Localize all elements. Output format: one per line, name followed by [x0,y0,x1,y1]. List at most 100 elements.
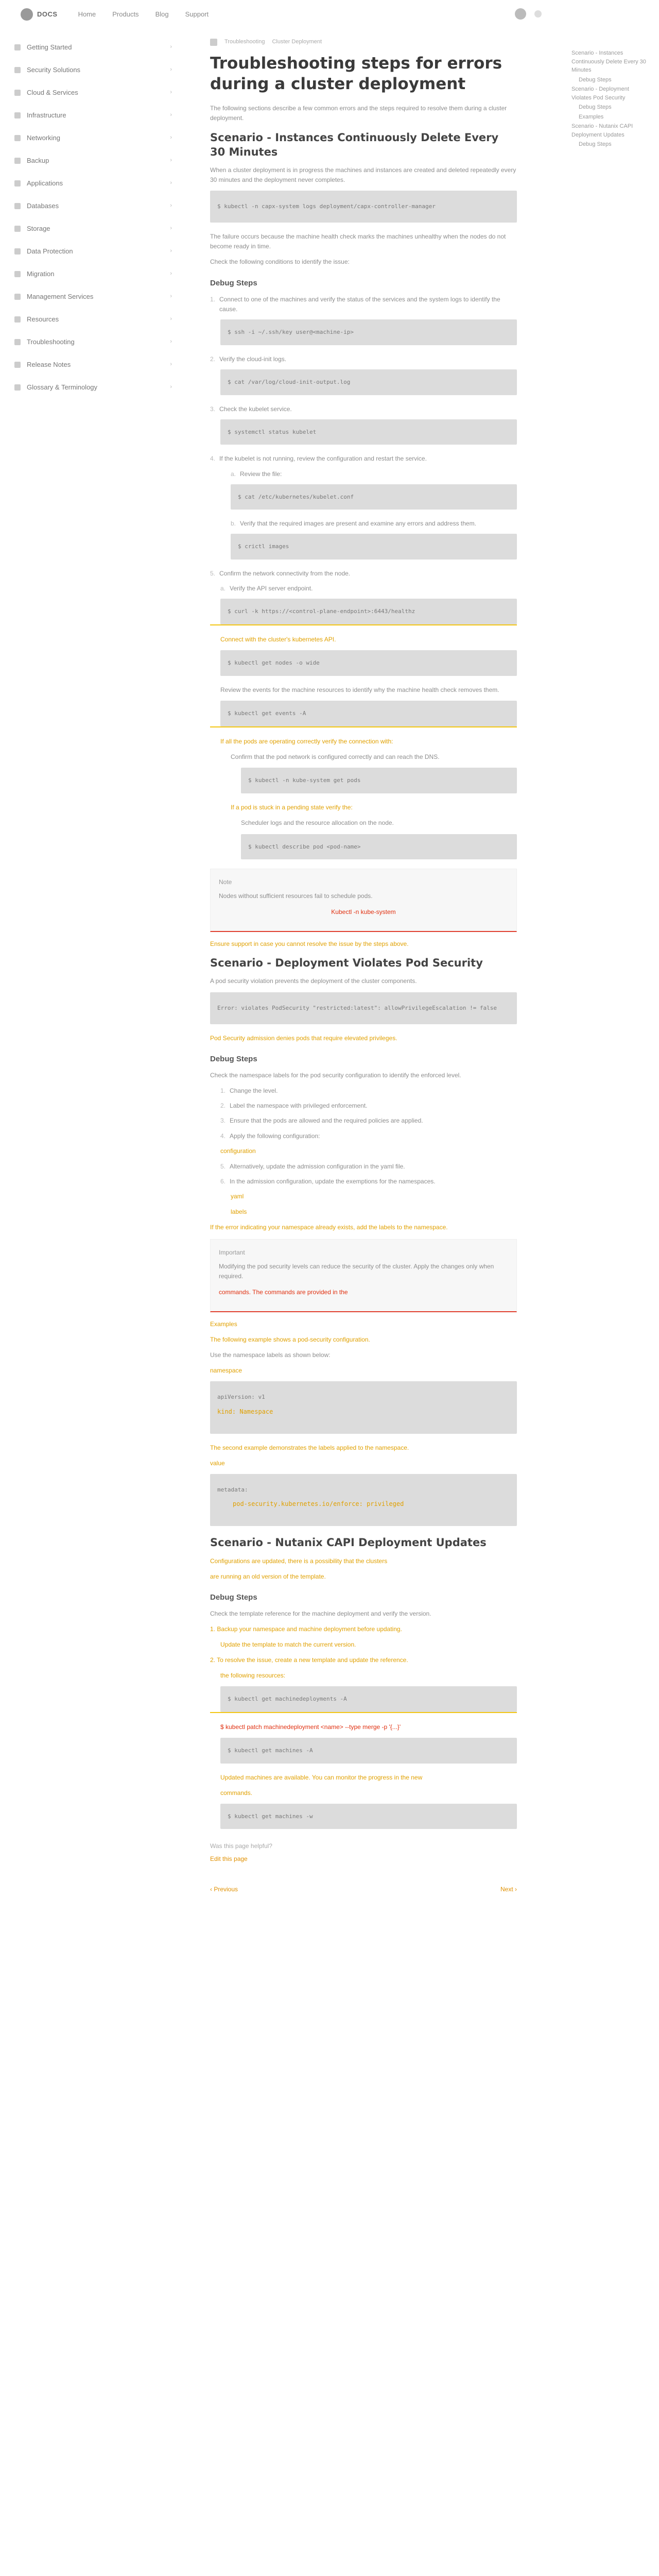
sidebar-item-glossary[interactable]: Glossary & Terminology › [10,376,180,399]
code-block[interactable]: $ cat /etc/kubernetes/kubelet.conf [231,484,517,510]
section-heading: Scenario - Deployment Violates Pod Secur… [210,956,483,969]
sidebar-item-backup[interactable]: Backup › [10,149,180,172]
breadcrumb-item[interactable]: Troubleshooting [224,38,265,47]
code-block[interactable]: $ ssh -i ~/.ssh/key user@<machine-ip> [220,319,517,345]
code-block[interactable]: $ kubectl -n kube-system get pods [241,768,517,793]
chevron-right-icon: › [170,384,172,391]
subsection-heading: Debug Steps [210,1054,257,1063]
chevron-right-icon: › [170,180,172,187]
code-block[interactable]: $ systemctl status kubelet [220,419,517,445]
highlighted-text: Connect with the cluster's kubernetes AP… [220,636,336,643]
list-item: a. Verify the API server endpoint. [220,585,313,592]
highlighted-text: Kubectl -n kube-system [331,908,396,916]
code-block[interactable]: $ kubectl get events -A [220,701,517,726]
paragraph: Review the events for the machine resour… [220,686,499,693]
paragraph: Use the namespace labels as shown below: [210,1351,331,1359]
sidebar-item-infrastructure[interactable]: Infrastructure › [10,104,180,127]
code-block[interactable]: $ curl -k https://<control-plane-endpoin… [220,599,517,625]
highlighted-text: Examples [210,1320,237,1328]
chevron-right-icon: › [170,134,172,141]
sidebar-item-management[interactable]: Management Services › [10,285,180,308]
logo[interactable]: DOCS [21,8,58,21]
sidebar-item-storage[interactable]: Storage › [10,217,180,240]
chevron-right-icon: › [170,89,172,96]
nav-icon [14,135,21,141]
chevron-right-icon: › [170,316,172,323]
paragraph: Check the template reference for the mac… [210,1609,431,1617]
feedback-question: Was this page helpful? [210,1842,272,1850]
note-callout: Note Nodes without sufficient resources … [210,869,517,932]
nav-icon [14,226,21,232]
code-block[interactable]: $ kubectl get machines -w [220,1803,517,1829]
chevron-right-icon: › [170,338,172,345]
sidebar-item-cloud[interactable]: Cloud & Services › [10,81,180,104]
sidebar-item-release-notes[interactable]: Release Notes › [10,353,180,376]
chevron-right-icon: › [170,66,172,73]
chevron-right-icon: › [170,157,172,164]
code-block[interactable]: $ kubectl get machines -A [220,1737,517,1764]
nav-link-home[interactable]: Home [78,9,96,20]
nav-link-blog[interactable]: Blog [155,9,169,20]
home-icon[interactable] [210,39,217,46]
breadcrumb-item[interactable]: Cluster Deployment [272,38,322,47]
code-block[interactable]: metadata: pod-security.kubernetes.io/enf… [210,1473,517,1527]
paragraph: The failure occurs because the machine h… [210,233,506,250]
highlighted-text: namespace [210,1367,242,1375]
sidebar: Getting Started › Security Solutions › Clo… [10,36,180,399]
toc-item[interactable]: Debug Steps [579,103,649,112]
toc-item[interactable]: Scenario - Instances Continuously Delete… [571,49,649,75]
code-block[interactable]: apiVersion: v1 kind: Namespace [210,1381,517,1434]
code-block[interactable]: $ cat /var/log/cloud-init-output.log [220,369,517,395]
sidebar-item-networking[interactable]: Networking › [10,127,180,149]
subsection-heading: Debug Steps [210,278,257,287]
chevron-right-icon: › [170,361,172,368]
nav-icon [14,339,21,345]
sidebar-item-data-protection[interactable]: Data Protection › [10,240,180,263]
table-of-contents: Scenario - Instances Continuously Delete… [571,49,649,150]
highlighted-text: If all the pods are operating correctly … [220,737,393,745]
nav-link-products[interactable]: Products [112,9,138,20]
user-avatar-icon[interactable] [515,8,526,20]
sidebar-item-troubleshooting[interactable]: Troubleshooting › [10,331,180,353]
list-item: 5. Confirm the network connectivity from … [210,570,351,578]
nav-link-support[interactable]: Support [185,9,209,20]
nav-icon [14,44,21,50]
toc-item[interactable]: Examples [579,113,649,122]
next-page-link[interactable]: Next › [500,1885,517,1894]
callout-text: Nodes without sufficient resources fail … [219,892,373,900]
code-block[interactable]: $ kubectl -n capx-system logs deployment… [210,191,517,223]
list-item: 4. If the kubelet is not running, review … [210,455,427,463]
list-item: 1. Change the level. [220,1087,278,1095]
sidebar-item-security[interactable]: Security Solutions › [10,59,180,81]
sidebar-item-applications[interactable]: Applications › [10,172,180,195]
list-item: 6. In the admission configuration, update… [220,1178,436,1185]
sidebar-item-migration[interactable]: Migration › [10,263,180,285]
prev-page-link[interactable]: ‹ Previous [210,1885,238,1894]
main-content: Troubleshooting Cluster Deployment Troub… [210,36,517,1895]
code-block[interactable]: $ kubectl describe pod <pod-name> [241,834,517,860]
highlighted-text: the following resources: [220,1672,286,1680]
code-block[interactable]: $ kubectl get nodes -o wide [220,650,517,676]
sidebar-item-databases[interactable]: Databases › [10,195,180,217]
code-block[interactable]: Error: violates PodSecurity "restricted:… [210,992,517,1024]
edit-page-link[interactable]: Edit this page [210,1854,517,1864]
code-block[interactable]: $ kubectl get machinedeployments -A [220,1686,517,1712]
toc-item[interactable]: Scenario - Deployment Violates Pod Secur… [571,85,649,102]
highlighted-text: commands. [220,1789,253,1797]
list-item: 3. Ensure that the pods are allowed and t… [220,1117,423,1125]
sidebar-item-getting-started[interactable]: Getting Started › [10,36,180,59]
highlighted-text: $ kubectl patch machinedeployment <name>… [220,1723,401,1731]
code-block[interactable]: $ crictl images [231,534,517,560]
highlighted-text: If the error indicating your namespace a… [210,1224,448,1231]
toc-item[interactable]: Debug Steps [579,76,649,84]
toc-item[interactable]: Scenario - Nutanix CAPI Deployment Updat… [571,122,649,139]
intro-text: The following sections describe a few co… [210,105,507,122]
logo-text: DOCS [37,10,58,18]
paragraph: Confirm that the pod network is configur… [231,753,440,760]
highlighted-text: commands. The commands are provided in t… [219,1288,348,1296]
sidebar-item-resources[interactable]: Resources › [10,308,180,331]
list-item: 3. Check the kubelet service. [210,405,292,413]
toc-item[interactable]: Debug Steps [579,140,649,149]
search-icon[interactable] [534,10,542,18]
pagination: ‹ Previous Next › [210,1885,517,1894]
